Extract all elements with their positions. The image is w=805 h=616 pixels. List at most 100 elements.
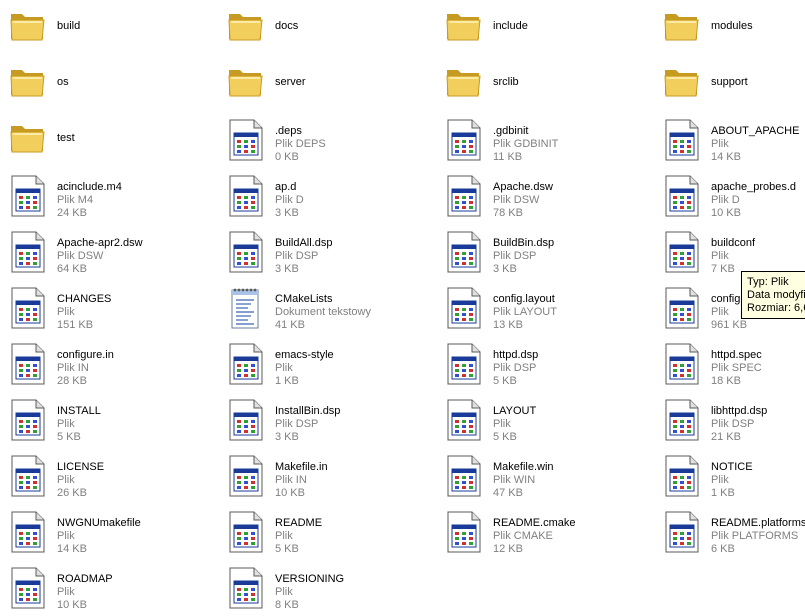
item-type: Plik D <box>711 194 740 206</box>
file-item[interactable]: CMakeLists Dokument tekstowy 41 KB <box>218 280 433 336</box>
generic-file-icon <box>662 286 702 330</box>
item-type: Plik <box>57 306 75 318</box>
file-item[interactable]: LICENSE Plik 26 KB <box>0 448 215 504</box>
generic-file-icon <box>444 118 484 162</box>
file-list-view: build docs include modules os server srclib sup… <box>0 0 805 614</box>
item-size: 21 KB <box>711 431 741 443</box>
file-item[interactable]: ap.d Plik D3 KB <box>218 168 433 224</box>
folder-item[interactable]: modules <box>654 0 805 56</box>
file-tooltip: Typ: Plik Data modyfi Rozmiar: 6,6 <box>741 271 805 319</box>
file-item[interactable]: ROADMAP Plik 10 KB <box>0 560 215 616</box>
folder-item[interactable]: test <box>0 112 215 168</box>
item-size: 0 KB <box>275 151 299 163</box>
item-name: include <box>493 20 528 32</box>
file-item[interactable]: INSTALL Plik 5 KB <box>0 392 215 448</box>
file-item[interactable]: BuildBin.dsp Plik DSP 3 KB <box>436 224 651 280</box>
item-size: 28 KB <box>57 375 87 387</box>
generic-file-icon <box>8 454 48 498</box>
item-name: os <box>57 76 69 88</box>
generic-file-icon <box>444 342 484 386</box>
generic-file-icon <box>444 286 484 330</box>
file-item[interactable]: CHANGES Plik 151 KB <box>0 280 215 336</box>
folder-item[interactable]: os <box>0 56 215 112</box>
file-item[interactable]: README.platforms Plik PLATFORMS 6 KB <box>654 504 805 560</box>
file-item[interactable]: emacs-style Plik 1 KB <box>218 336 433 392</box>
file-item[interactable]: ABOUT_APACHE Plik 14 KB <box>654 112 805 168</box>
item-name: README <box>275 517 323 529</box>
generic-file-icon <box>8 566 48 610</box>
item-type: Dokument tekstowy <box>275 306 371 318</box>
folder-icon <box>8 6 48 50</box>
file-item[interactable]: .gdbinit Plik GDBINIT 11 KB <box>436 112 651 168</box>
item-name: modules <box>711 20 753 32</box>
file-item[interactable]: Makefile.in Plik IN 10 KB <box>218 448 433 504</box>
file-item[interactable]: InstallBin.dsp Plik DSP 3 KB <box>218 392 433 448</box>
item-type: Plik <box>275 362 293 374</box>
item-name: support <box>711 76 748 88</box>
file-item[interactable]: libhttpd.dsp Plik DSP 21 KB <box>654 392 805 448</box>
file-item[interactable]: BuildAll.dsp Plik DSP 3 KB <box>218 224 433 280</box>
generic-file-icon <box>662 454 702 498</box>
file-item[interactable]: httpd.spec Plik SPEC 18 KB <box>654 336 805 392</box>
file-item[interactable]: README.cmake Plik CMAKE 12 KB <box>436 504 651 560</box>
generic-file-icon <box>8 230 48 274</box>
generic-file-icon <box>226 230 266 274</box>
file-item[interactable]: README Plik 5 KB <box>218 504 433 560</box>
item-size: 18 KB <box>711 375 741 387</box>
item-name: ABOUT_APACHE <box>711 125 800 137</box>
file-item[interactable]: VERSIONING Plik 8 KB <box>218 560 433 616</box>
generic-file-icon <box>662 510 702 554</box>
folder-item[interactable]: docs <box>218 0 433 56</box>
item-size: 6 KB <box>711 543 735 555</box>
folder-item[interactable]: server <box>218 56 433 112</box>
file-item[interactable]: NWGNUmakefile Plik 14 KB <box>0 504 215 560</box>
item-type: Plik <box>57 418 75 430</box>
item-size: 961 KB <box>711 319 748 331</box>
item-type: Plik <box>493 418 511 430</box>
item-size: 8 KB <box>275 599 299 611</box>
folder-item[interactable]: build <box>0 0 215 56</box>
item-size: 5 KB <box>57 431 81 443</box>
file-item[interactable]: config.layout Plik LAYOUT 13 KB <box>436 280 651 336</box>
file-item[interactable]: .deps Plik DEPS 0 KB <box>218 112 433 168</box>
item-type: Plik CMAKE <box>493 530 553 542</box>
file-item[interactable]: LAYOUT Plik 5 KB <box>436 392 651 448</box>
item-size: 41 KB <box>275 319 305 331</box>
folder-icon <box>8 62 48 106</box>
file-item[interactable]: configure.in Plik IN 28 KB <box>0 336 215 392</box>
generic-file-icon <box>8 174 48 218</box>
file-item[interactable]: Apache.dsw Plik DSW 78 KB <box>436 168 651 224</box>
item-type: Plik IN <box>57 362 89 374</box>
item-name: configure.in <box>57 349 114 361</box>
item-size: 13 KB <box>493 319 523 331</box>
item-size: 14 KB <box>57 543 87 555</box>
file-item[interactable]: NOTICE Plik 1 KB <box>654 448 805 504</box>
generic-file-icon <box>226 398 266 442</box>
item-type: Plik <box>711 138 729 150</box>
folder-item[interactable]: support <box>654 56 805 112</box>
item-type: Plik DSW <box>57 250 104 262</box>
file-item[interactable]: Makefile.win Plik WIN 47 KB <box>436 448 651 504</box>
item-size: 1 KB <box>275 375 299 387</box>
item-name: README.platforms <box>711 517 805 529</box>
item-name: InstallBin.dsp <box>275 405 341 417</box>
file-item[interactable]: acinclude.m4 Plik M4 24 KB <box>0 168 215 224</box>
item-name: CHANGES <box>57 293 112 305</box>
folder-icon <box>662 6 702 50</box>
folder-item[interactable]: srclib <box>436 56 651 112</box>
file-item[interactable]: apache_probes.d Plik D 10 KB <box>654 168 805 224</box>
tooltip-size: Rozmiar: 6,6 <box>747 302 805 314</box>
item-type: Plik <box>275 530 293 542</box>
file-item[interactable]: httpd.dsp Plik DSP 5 KB <box>436 336 651 392</box>
item-size: 5 KB <box>275 543 299 555</box>
item-name: server <box>275 76 306 88</box>
item-size: 24 KB <box>57 207 87 219</box>
item-size: 3 KB <box>493 263 517 275</box>
item-name: BuildAll.dsp <box>275 237 333 249</box>
item-size: 5 KB <box>493 375 517 387</box>
item-name: srclib <box>493 76 519 88</box>
item-size: 1 KB <box>711 487 735 499</box>
file-item[interactable]: Apache-apr2.dsw Plik DSW 64 KB <box>0 224 215 280</box>
item-name: LAYOUT <box>493 405 537 417</box>
folder-item[interactable]: include <box>436 0 651 56</box>
